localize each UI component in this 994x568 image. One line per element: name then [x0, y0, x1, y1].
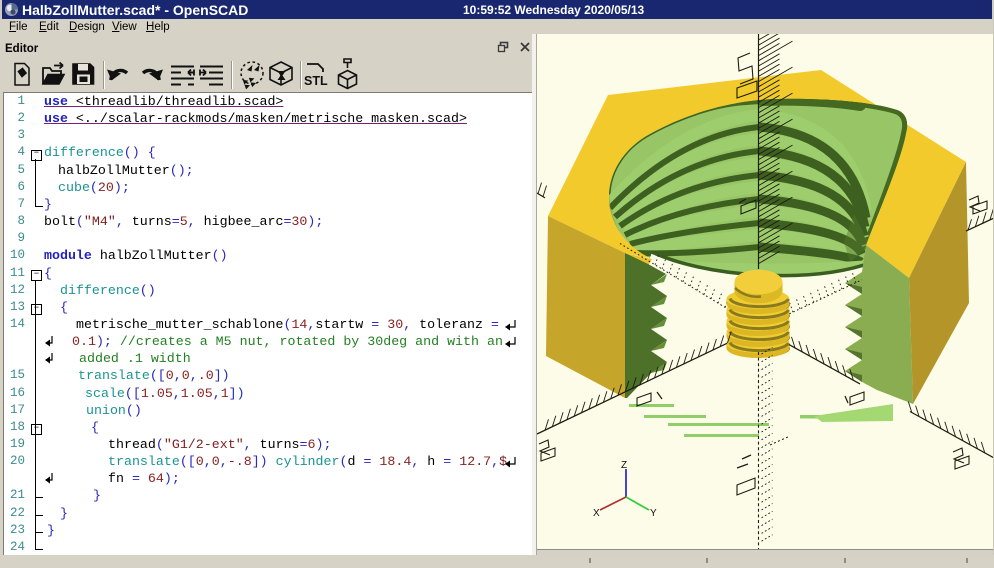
- svg-text:Y: Y: [650, 508, 657, 519]
- svg-text:X: X: [593, 508, 600, 519]
- svg-text:Z: Z: [621, 460, 627, 471]
